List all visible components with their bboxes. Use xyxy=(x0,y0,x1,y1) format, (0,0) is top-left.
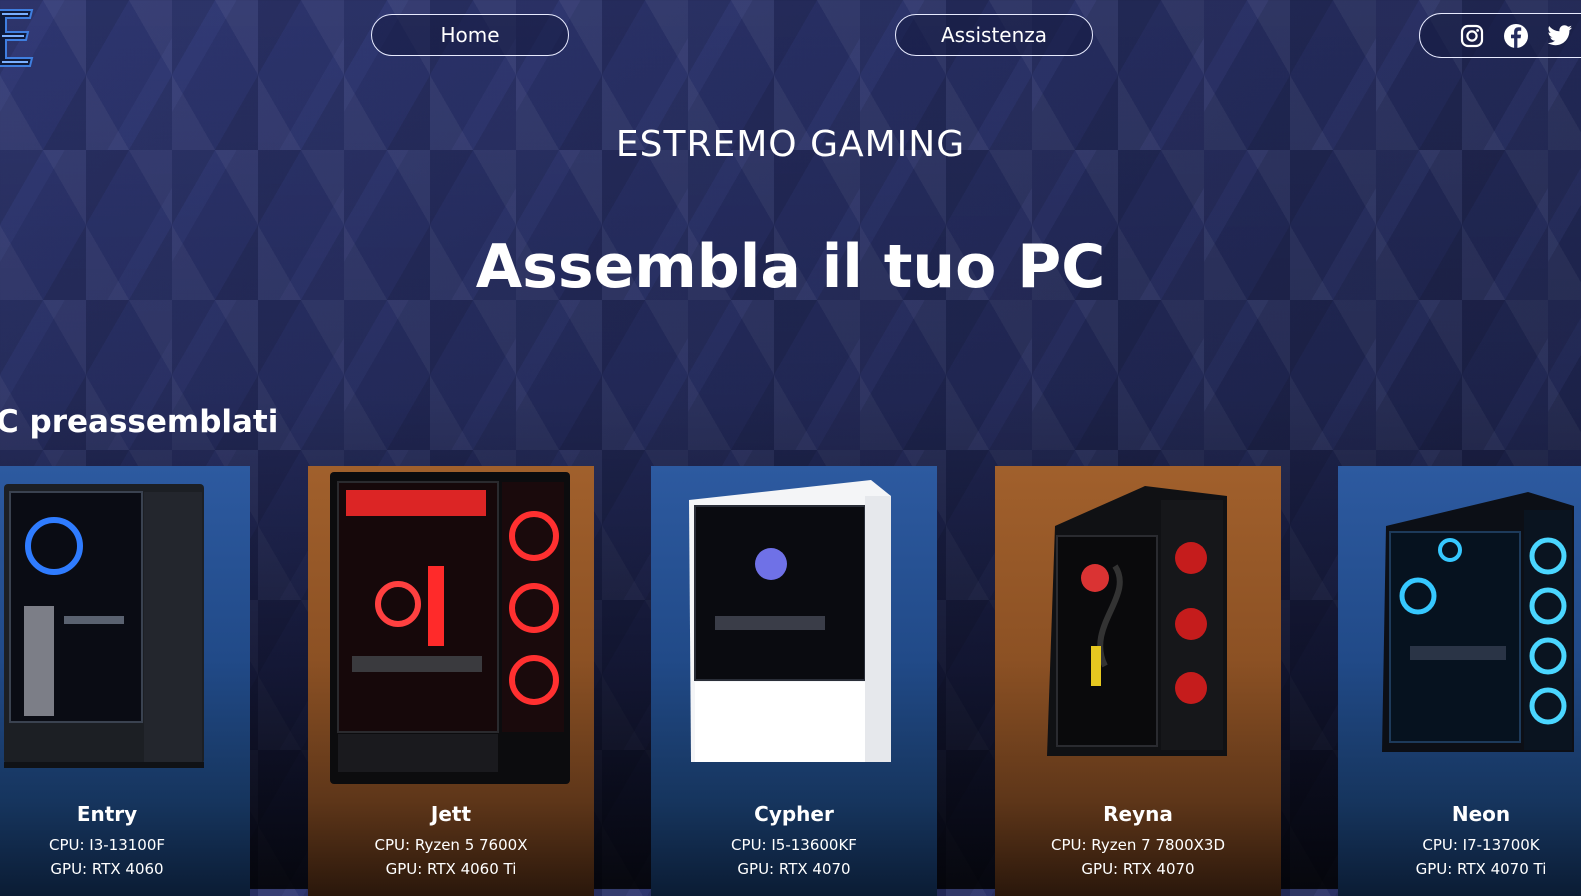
facebook-icon[interactable] xyxy=(1502,22,1530,50)
product-gpu: GPU: RTX 4070 Ti xyxy=(1415,860,1547,878)
twitter-icon[interactable] xyxy=(1546,22,1574,50)
product-gpu: GPU: RTX 4060 xyxy=(50,860,164,878)
product-cpu: CPU: I3-13100F xyxy=(48,836,166,854)
support-button[interactable]: Assistenza xyxy=(895,14,1093,56)
product-card-jett[interactable]: Jett CPU: Ryzen 5 7600X GPU: RTX 4060 Ti xyxy=(308,466,594,896)
brand-title: ESTREMO GAMING xyxy=(615,124,966,165)
product-cpu: CPU: I7-13700K xyxy=(1422,836,1540,854)
pc-case-image xyxy=(689,480,891,762)
product-cpu: CPU: Ryzen 5 7600X xyxy=(374,836,528,854)
pc-case-image xyxy=(1047,486,1227,756)
pc-case-image xyxy=(4,484,204,768)
social-bar xyxy=(1419,13,1581,58)
product-name: Cypher xyxy=(754,802,834,826)
logo[interactable] xyxy=(0,4,34,72)
product-gpu: GPU: RTX 4070 xyxy=(737,860,851,878)
product-gpu: GPU: RTX 4060 Ti xyxy=(385,860,517,878)
product-card-cypher[interactable]: Cypher CPU: I5-13600KF GPU: RTX 4070 xyxy=(651,466,937,896)
product-name: Reyna xyxy=(1103,802,1173,826)
product-card-neon[interactable]: Neon CPU: I7-13700K GPU: RTX 4070 Ti xyxy=(1338,466,1581,896)
page-headline: Assembla il tuo PC xyxy=(475,232,1106,302)
home-button[interactable]: Home xyxy=(371,14,569,56)
product-card-entry[interactable]: Entry CPU: I3-13100F GPU: RTX 4060 xyxy=(0,466,250,896)
product-name: Jett xyxy=(430,802,472,826)
product-name: Neon xyxy=(1451,802,1511,826)
product-gpu: GPU: RTX 4070 xyxy=(1081,860,1195,878)
section-title: C preassemblati xyxy=(0,404,279,440)
pc-case-image xyxy=(330,472,570,784)
pc-case-image xyxy=(1382,492,1574,752)
instagram-icon[interactable] xyxy=(1458,22,1486,50)
product-cpu: CPU: Ryzen 7 7800X3D xyxy=(1050,836,1226,854)
product-cpu: CPU: I5-13600KF xyxy=(731,836,857,854)
product-card-reyna[interactable]: Reyna CPU: Ryzen 7 7800X3D GPU: RTX 4070 xyxy=(995,466,1281,896)
product-name: Entry xyxy=(76,802,138,826)
